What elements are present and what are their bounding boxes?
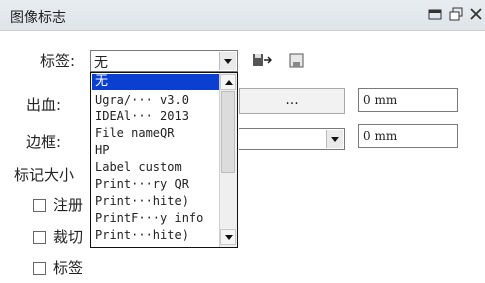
border-label: 边框: xyxy=(26,133,62,151)
restore-icon[interactable] xyxy=(449,7,463,21)
save-icon[interactable] xyxy=(289,53,307,69)
dropdown-item[interactable]: HP xyxy=(92,142,222,158)
panel-title: 图像标志 xyxy=(10,10,66,26)
label-dropdown-list[interactable]: 无 Ugra/··· v3.0 IDEAl··· 2013 File nameQ… xyxy=(90,72,238,248)
crop-checkbox[interactable] xyxy=(33,231,46,244)
mark-size-label: 标记大小 xyxy=(14,166,75,184)
dropdown-item[interactable]: 无 xyxy=(92,74,222,90)
dropdown-item[interactable]: File nameQR xyxy=(92,125,222,141)
chevron-down-icon[interactable] xyxy=(326,130,343,148)
scroll-down-icon[interactable] xyxy=(220,229,236,245)
menu-icon[interactable] xyxy=(428,7,442,21)
crop-label: 裁切 xyxy=(53,228,84,246)
dropdown-item[interactable]: PrintF···y info xyxy=(92,210,222,226)
bleed-label: 出血: xyxy=(26,96,62,114)
panel-titlebar: 图像标志 xyxy=(0,0,485,31)
dropdown-item[interactable]: IDEAl··· 2013 xyxy=(92,108,222,124)
dropdown-scrollbar[interactable] xyxy=(219,73,237,247)
chevron-down-icon[interactable] xyxy=(219,52,236,70)
label-combo[interactable]: 无 xyxy=(90,50,238,72)
border-field[interactable]: 0 mm xyxy=(358,124,458,148)
border-combo[interactable] xyxy=(239,128,345,150)
bleed-field[interactable]: 0 mm xyxy=(358,88,458,112)
bleed-value: 0 mm xyxy=(363,93,398,107)
label-combo-value: 无 xyxy=(94,55,108,71)
dropdown-item[interactable]: Print···hite) xyxy=(92,227,222,243)
bleed-browse-button[interactable]: ... xyxy=(239,88,345,114)
dropdown-item[interactable]: Ugra/··· v3.0 xyxy=(92,92,222,108)
image-marks-panel: 图像标志 标签: 无 出血: ... 0 mm 边框: 0 mm 标记大小 注册 xyxy=(0,0,485,283)
dropdown-item[interactable]: Label custom xyxy=(92,159,222,175)
close-icon[interactable] xyxy=(469,7,483,21)
label-field-label: 标签: xyxy=(40,52,76,70)
scroll-up-icon[interactable] xyxy=(220,74,236,90)
tag-checkbox[interactable] xyxy=(33,262,46,275)
scrollbar-thumb[interactable] xyxy=(221,91,235,173)
import-icon[interactable] xyxy=(252,52,273,68)
border-value: 0 mm xyxy=(363,129,398,143)
register-checkbox[interactable] xyxy=(33,199,46,212)
tag-label: 标签 xyxy=(53,259,84,277)
register-label: 注册 xyxy=(53,196,84,214)
dropdown-item[interactable]: Print···ry QR xyxy=(92,176,222,192)
dropdown-item[interactable]: Print···hite) xyxy=(92,193,222,209)
